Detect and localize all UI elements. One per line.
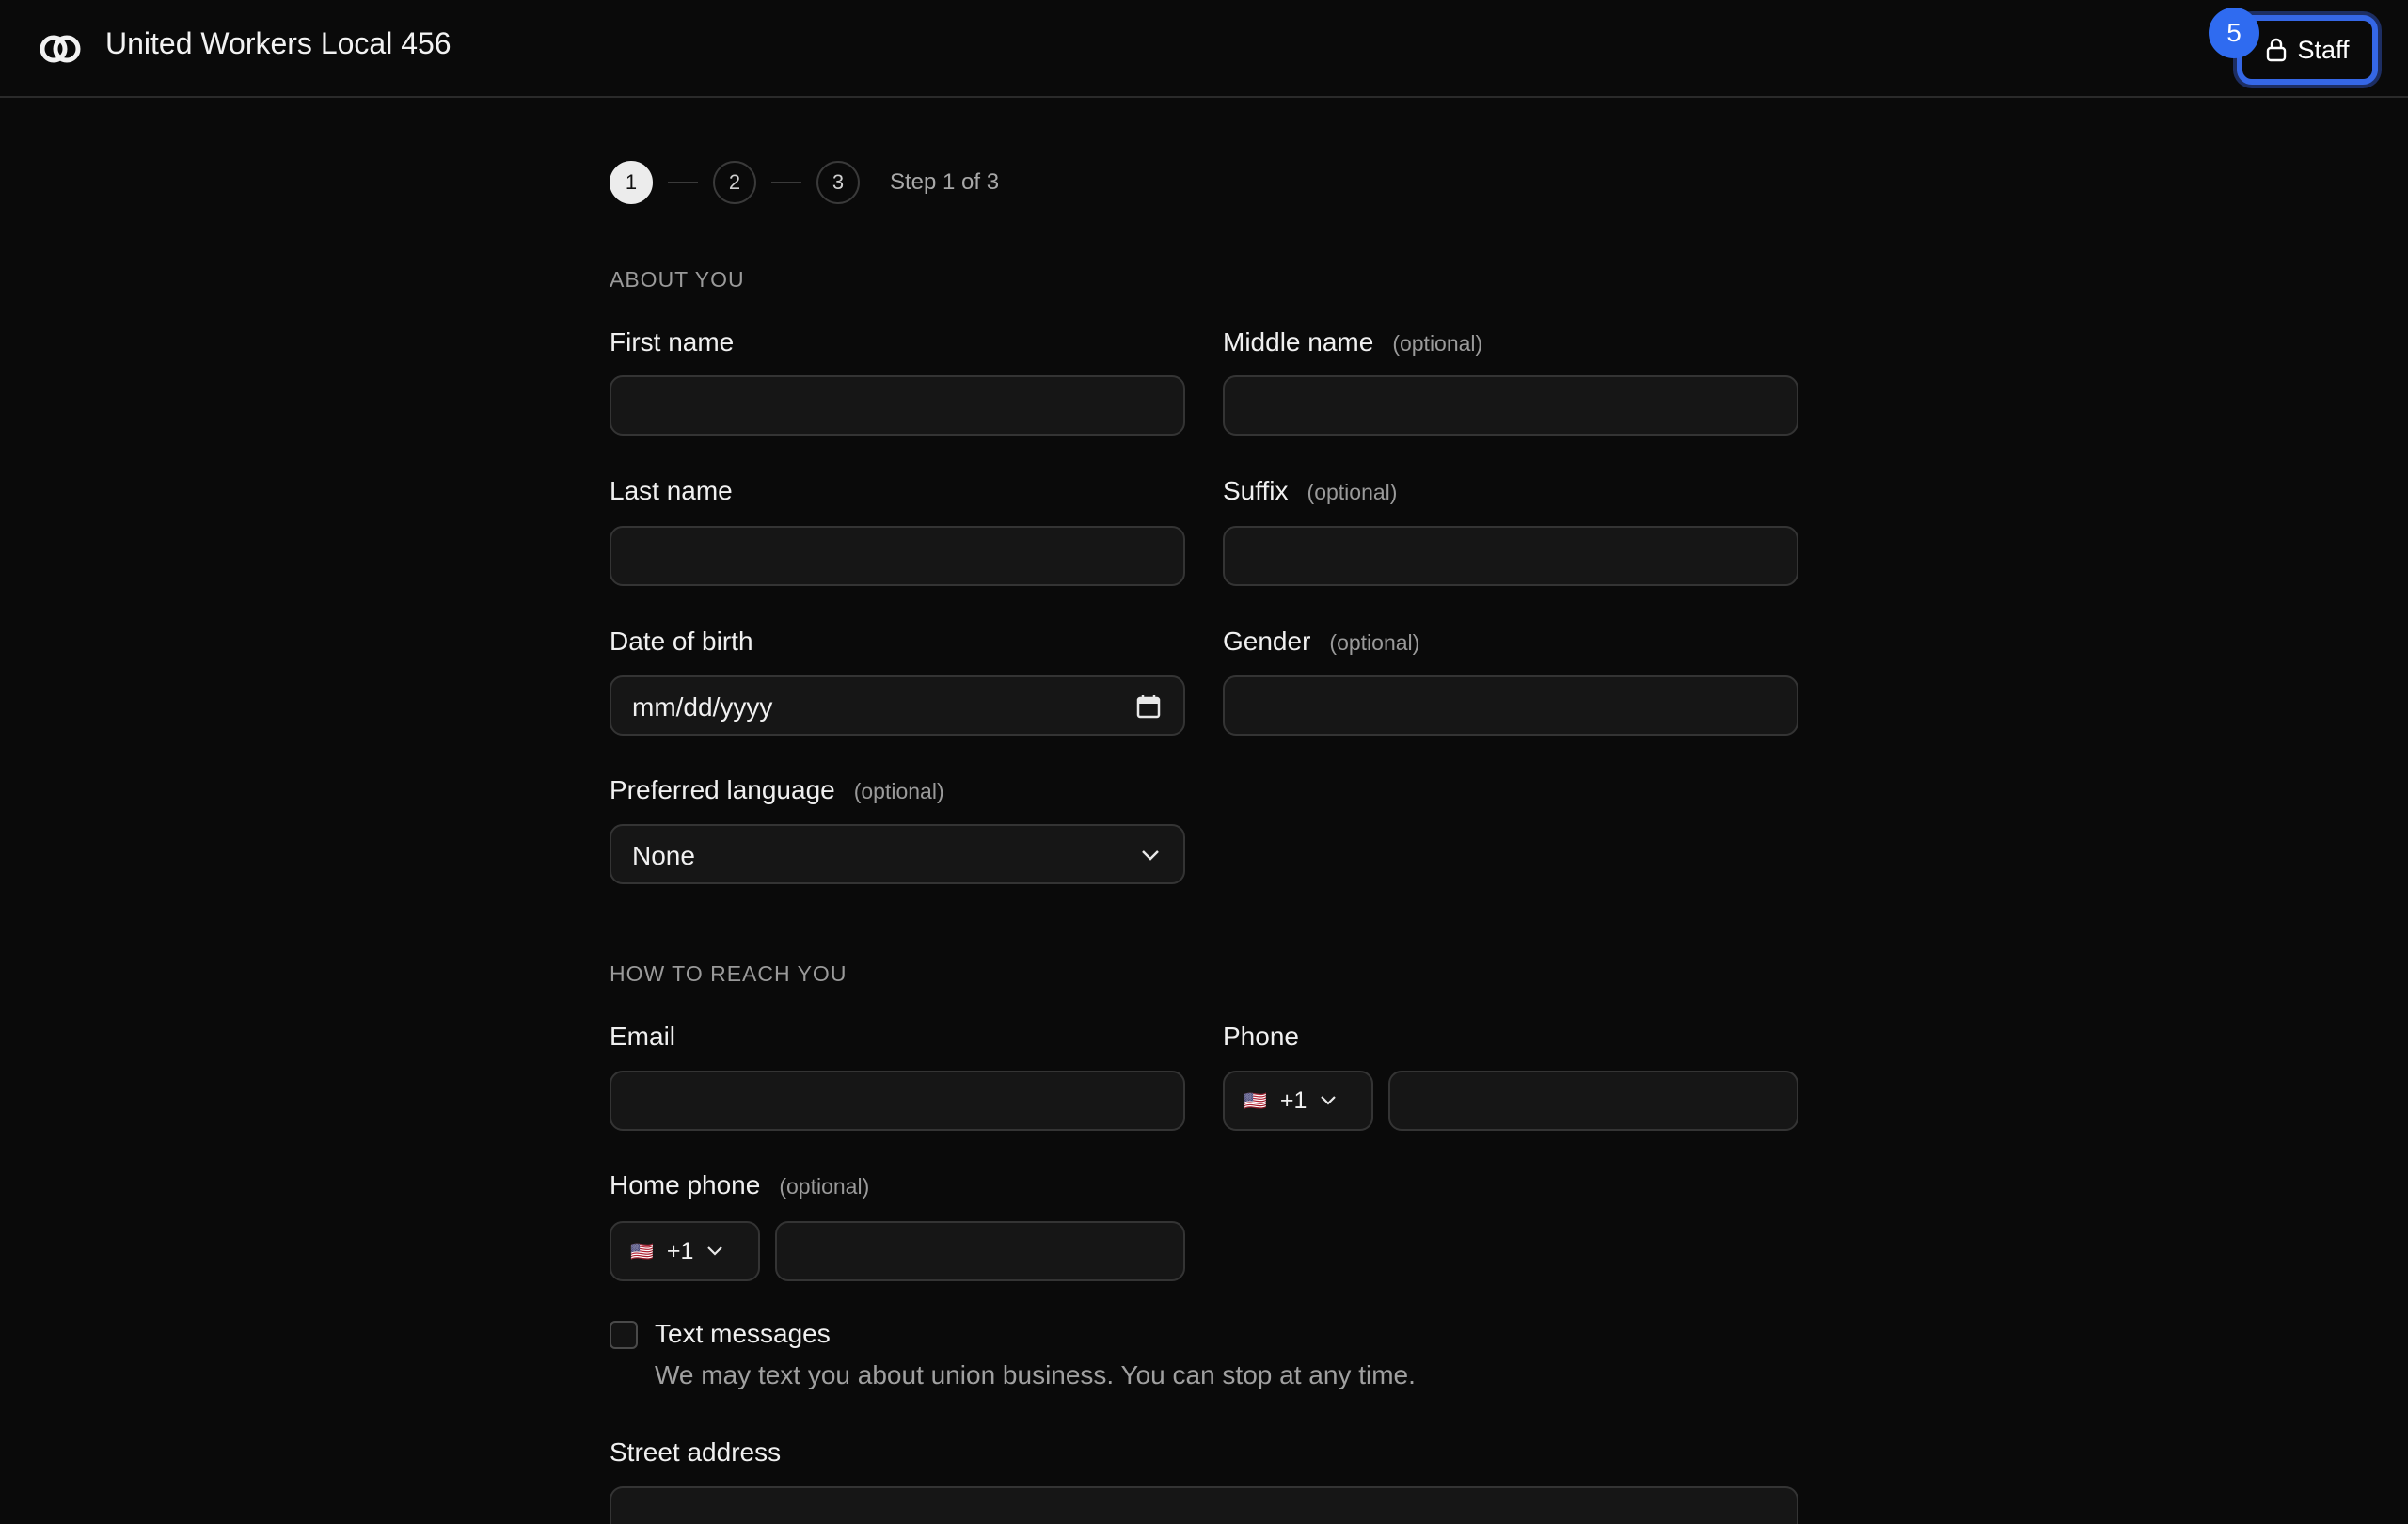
last-name-input[interactable] [610,526,1185,586]
step-progress-text: Step 1 of 3 [890,169,1000,195]
optional-hint: (optional) [1392,331,1483,356]
home-phone-country-code: +1 [666,1237,694,1264]
us-flag-icon: 🇺🇸 [630,1241,654,1262]
language-label: Preferred language (optional) [610,775,944,804]
home-phone-label: Home phone (optional) [610,1170,870,1199]
last-name-label: Last name [610,476,733,505]
lock-icon [2267,38,2287,62]
chevron-down-icon [1321,1096,1337,1105]
optional-hint: (optional) [779,1174,870,1199]
phone-input[interactable] [1388,1071,1798,1131]
middle-name-label: Middle name (optional) [1223,327,1483,357]
home-phone-input[interactable] [775,1221,1185,1281]
suffix-label: Suffix (optional) [1223,476,1398,505]
suffix-input[interactable] [1223,526,1798,586]
gender-input[interactable] [1223,675,1798,736]
chevron-down-icon [1142,850,1159,861]
text-messages-help: We may text you about union business. Yo… [655,1360,1416,1389]
step-connector [668,182,698,183]
step-1[interactable]: 1 [610,161,653,204]
email-input[interactable] [610,1071,1185,1131]
section-title-reach: HOW TO REACH YOU [610,961,848,986]
phone-country-code: +1 [1279,1087,1307,1114]
optional-hint: (optional) [1307,480,1398,504]
text-messages-checkbox[interactable] [610,1321,638,1349]
notification-badge: 5 [2209,8,2259,58]
chevron-down-icon [707,1246,723,1256]
staff-label: Staff [2297,35,2350,64]
stepper: 1 2 3 Step 1 of 3 [610,160,999,205]
optional-hint: (optional) [853,779,944,803]
us-flag-icon: 🇺🇸 [1244,1090,1267,1112]
street-address-label: Street address [610,1437,782,1467]
step-connector [771,182,801,183]
email-label: Email [610,1022,676,1051]
optional-hint: (optional) [1329,630,1420,655]
calendar-icon[interactable] [1136,694,1161,719]
dob-input[interactable]: mm/dd/yyyy [610,675,1185,736]
section-title-about: ABOUT YOU [610,267,745,292]
step-3[interactable]: 3 [816,161,860,204]
street-address-input[interactable] [610,1486,1798,1524]
text-messages-label[interactable]: Text messages [655,1319,831,1349]
step-2[interactable]: 2 [713,161,756,204]
org-name: United Workers Local 456 [105,26,452,60]
phone-country-select[interactable]: 🇺🇸 +1 [1223,1071,1373,1131]
gender-label: Gender (optional) [1223,627,1420,656]
home-phone-country-select[interactable]: 🇺🇸 +1 [610,1221,760,1281]
logo-icon [40,35,81,63]
first-name-input[interactable] [610,375,1185,436]
language-select[interactable]: None [610,824,1185,884]
top-bar: United Workers Local 456 Staff 5 [0,0,2408,98]
middle-name-input[interactable] [1223,375,1798,436]
dob-label: Date of birth [610,627,753,656]
phone-label: Phone [1223,1022,1299,1051]
first-name-label: First name [610,327,735,357]
staff-button-wrap: Staff 5 [2209,8,2382,88]
